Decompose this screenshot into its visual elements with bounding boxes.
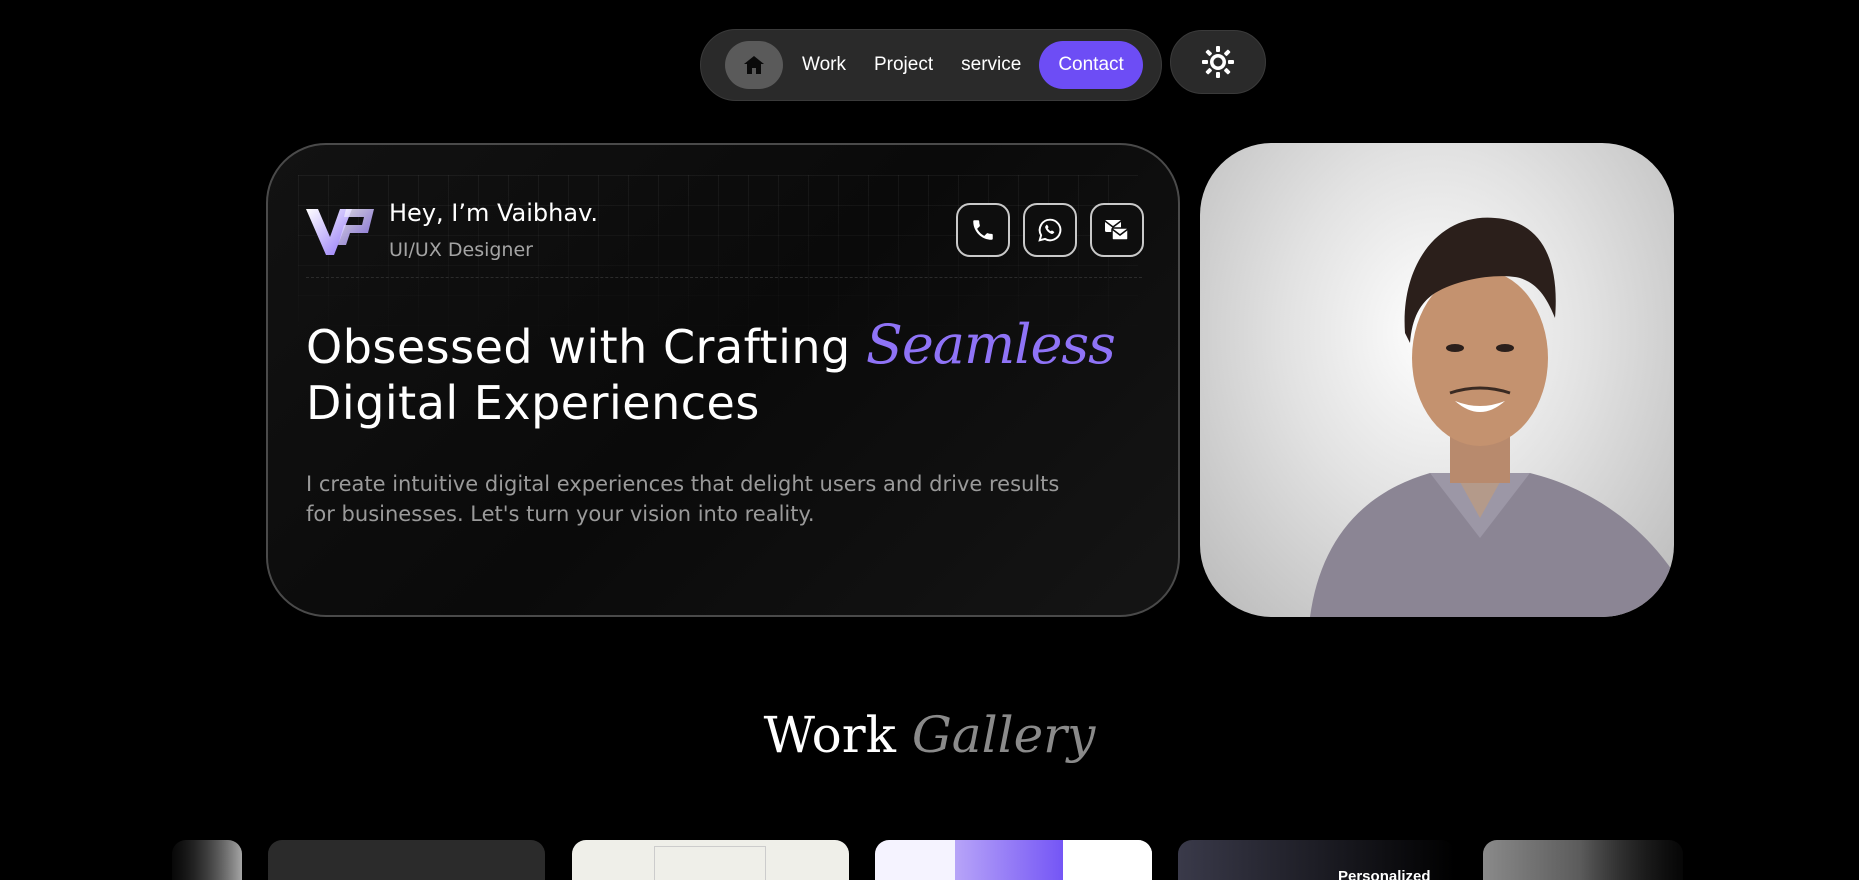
hero-card: Hey, I’m Vaibhav. UI/UX Designer Obsesse… (266, 143, 1180, 617)
header-divider (306, 277, 1142, 278)
gallery-fade-right (1580, 830, 1700, 880)
gallery-card[interactable] (572, 840, 849, 880)
theme-toggle-button[interactable] (1170, 30, 1266, 94)
mail-icon (1104, 220, 1129, 241)
phone-icon (973, 220, 993, 240)
nav-contact-button[interactable]: Contact (1039, 41, 1143, 89)
home-icon (744, 56, 764, 74)
phone-button[interactable] (956, 203, 1010, 257)
greeting-text: Hey, I’m Vaibhav. (389, 199, 599, 227)
nav-item-service[interactable]: service (947, 41, 1035, 89)
gallery-card[interactable] (268, 840, 545, 880)
sun-icon (1202, 46, 1234, 78)
person-illustration (1310, 217, 1674, 617)
headline-part1: Obsessed with Crafting (306, 320, 866, 374)
gallery-card[interactable] (875, 840, 1152, 880)
headline-accent: Seamless (865, 313, 1116, 376)
nav-home-button[interactable] (725, 41, 783, 89)
whatsapp-button[interactable] (1023, 203, 1077, 257)
gallery-card-label: Personalized (1338, 868, 1431, 880)
hero-description: I create intuitive digital experiences t… (306, 472, 1060, 526)
contact-buttons (956, 203, 1144, 257)
vp-logo-icon (306, 209, 374, 255)
nav-item-work[interactable]: Work (788, 41, 860, 89)
role-text: UI/UX Designer (389, 239, 533, 261)
top-nav: Work Project service Contact (700, 29, 1162, 101)
gallery-title-main: Work (763, 706, 896, 764)
whatsapp-icon (1038, 218, 1062, 242)
headline-part2: Digital Experiences (306, 376, 760, 430)
work-gallery-title: Work Gallery (0, 706, 1859, 764)
hero-headline: Obsessed with Crafting Seamless Digital … (306, 317, 1146, 431)
gallery-fade-left (150, 830, 270, 880)
gallery-card[interactable]: Personalized (1178, 840, 1455, 880)
nav-item-project[interactable]: Project (860, 41, 947, 89)
profile-photo (1200, 143, 1674, 617)
gallery-title-accent: Gallery (911, 706, 1096, 764)
mail-button[interactable] (1090, 203, 1144, 257)
